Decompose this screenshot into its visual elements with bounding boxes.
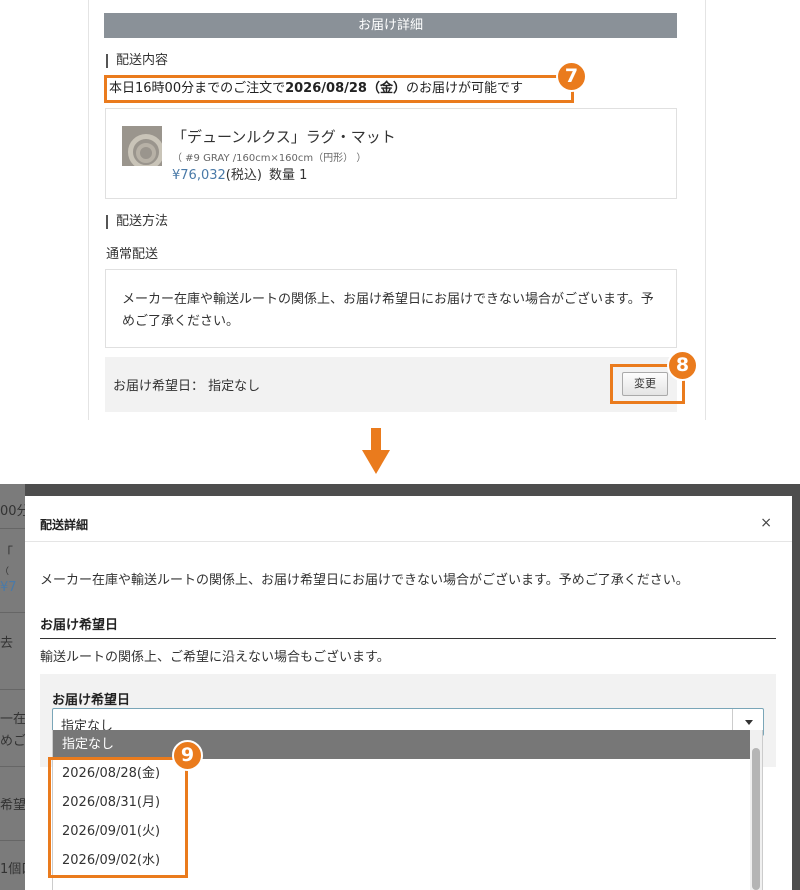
step-marker-7: 7 [556, 61, 587, 92]
change-date-button[interactable]: 変更 [622, 372, 668, 396]
desired-date-label: お届け希望日： 指定なし [113, 379, 261, 394]
stock-route-note: メーカー在庫や輸送ルートの関係上、お届け希望日にお届けできない場合がございます。… [105, 269, 677, 348]
bg-fragment: 「 [0, 546, 14, 561]
product-item: 「デューンルクス」ラグ・マット （ #9 GRAY /160cm×160cm（円… [105, 108, 677, 199]
step-marker-9: 9 [172, 740, 203, 771]
desired-date-section-title: お届け希望日 [40, 614, 776, 639]
modal-title: 配送詳細 [40, 518, 89, 532]
shipping-method-heading: 配送方法 [106, 215, 168, 229]
notice-date: 2026/08/28（金） [285, 81, 406, 96]
scrollbar-thumb[interactable] [752, 748, 760, 890]
dropdown-scrollbar[interactable] [750, 730, 762, 890]
down-arrow-icon [362, 428, 390, 474]
bg-fragment: 去 [0, 636, 14, 651]
notice-suffix: のお届けが可能です [405, 81, 523, 96]
desired-date-field-label: お届け希望日 [52, 693, 131, 708]
price-value: ¥76,032 [172, 168, 226, 183]
product-quantity: 数量 1 [269, 168, 308, 183]
product-variant: （ #9 GRAY /160cm×160cm（円形） ） [172, 153, 367, 164]
bg-fragment: ¥7 [0, 580, 17, 595]
delivery-detail-header: お届け詳細 [104, 13, 677, 38]
desired-date-row: お届け希望日： 指定なし 変更 [105, 357, 685, 412]
product-thumbnail[interactable] [122, 126, 162, 166]
bg-fragment: 一在 [0, 712, 27, 727]
shipping-method-value: 通常配送 [106, 247, 159, 262]
bg-fragment: めご [0, 734, 27, 749]
product-price: ¥76,032(税込) [172, 164, 262, 183]
bg-fragment: （ [0, 567, 10, 577]
date-options-highlight [48, 757, 188, 878]
modal-divider [25, 541, 792, 542]
close-icon[interactable]: × [760, 515, 772, 531]
delivery-contents-heading: 配送内容 [106, 54, 168, 68]
notice-prefix: 本日16時00分までのご注文で [109, 81, 286, 96]
date-option[interactable]: 指定なし [53, 730, 751, 759]
delivery-availability-notice: 本日16時00分までのご注文で2026/08/28（金）のお届けが可能です [104, 75, 574, 103]
chevron-down-icon[interactable] [745, 720, 753, 725]
background-page-strip: 00分 「 （ ¥7 去 一在 めご 希望日 1個口分 [0, 484, 47, 890]
price-tax-label: (税込) [225, 168, 262, 183]
step-marker-8: 8 [667, 350, 698, 381]
product-name[interactable]: 「デューンルクス」ラグ・マット [172, 126, 396, 147]
route-note: 輸送ルートの関係上、ご希望に沿えない場合もございます。 [40, 650, 390, 665]
modal-description: メーカー在庫や輸送ルートの関係上、お届け希望日にお届けできない場合がございます。… [40, 573, 689, 588]
